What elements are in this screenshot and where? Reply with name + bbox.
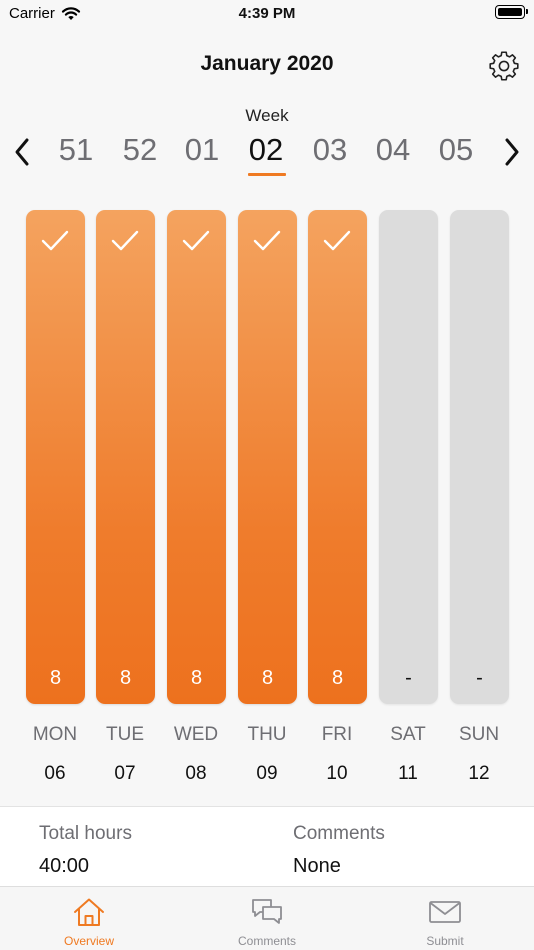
day-date-wed: 08 — [185, 763, 207, 784]
day-name-sun: SUN — [458, 724, 500, 745]
week-option-03[interactable]: 03 — [300, 132, 360, 168]
day-hours: - — [476, 667, 483, 689]
day-name-fri: FRI — [321, 724, 353, 745]
day-name-thu: THU — [247, 724, 287, 745]
day-name-tue: TUE — [106, 724, 144, 745]
tab-submit[interactable]: Submit — [356, 887, 534, 950]
day-date-mon: 06 — [44, 763, 66, 784]
next-week-button[interactable] — [498, 134, 524, 170]
selected-week-underline — [248, 173, 286, 176]
day-name-wed: WED — [173, 724, 219, 745]
gear-icon — [489, 51, 519, 81]
tab-comments[interactable]: Comments — [178, 887, 356, 950]
day-date-sat: 11 — [398, 763, 418, 784]
week-option-02-selected[interactable]: 02 — [236, 132, 296, 168]
week-option-01[interactable]: 01 — [172, 132, 232, 168]
day-bar-wed[interactable]: 8 — [167, 210, 226, 704]
day-name-sat: SAT — [390, 724, 426, 745]
tab-overview-label: Overview — [63, 934, 114, 948]
week-option-05[interactable]: 05 — [426, 132, 486, 168]
tab-overview[interactable]: Overview — [0, 887, 178, 950]
status-time: 4:39 PM — [238, 5, 296, 22]
tab-bar: Overview Comments Submit — [0, 886, 534, 950]
checkmark-icon — [182, 230, 210, 251]
day-hours: 8 — [119, 667, 132, 689]
tab-comments-label: Comments — [237, 934, 296, 948]
total-hours-value: 40:00 — [39, 855, 90, 877]
day-bar-mon[interactable]: 8 — [26, 210, 85, 704]
day-hours: 8 — [190, 667, 203, 689]
envelope-icon — [429, 901, 461, 923]
day-name-mon: MON — [32, 724, 78, 745]
page-title: January 2020 — [200, 52, 334, 75]
day-date-thu: 09 — [256, 763, 278, 784]
day-bar-sun[interactable]: - — [450, 210, 509, 704]
total-hours-label: Total hours — [39, 823, 132, 844]
checkmark-icon — [253, 230, 281, 251]
week-option-04[interactable]: 04 — [363, 132, 423, 168]
battery-icon — [495, 5, 528, 19]
tab-submit-label: Submit — [426, 934, 464, 948]
week-option-51[interactable]: 51 — [46, 132, 106, 168]
home-icon — [74, 898, 104, 926]
week-label: Week — [245, 106, 289, 125]
comments-value: None — [293, 855, 341, 877]
checkmark-icon — [111, 230, 139, 251]
day-date-fri: 10 — [326, 763, 348, 784]
day-date-tue: 07 — [114, 763, 136, 784]
day-hours: 8 — [49, 667, 62, 689]
chevron-left-icon — [15, 138, 29, 166]
week-summary: Total hours 40:00 Comments None — [0, 806, 534, 886]
settings-button[interactable] — [488, 50, 520, 82]
day-bar-tue[interactable]: 8 — [96, 210, 155, 704]
chevron-right-icon — [505, 138, 519, 166]
day-date-sun: 12 — [468, 763, 490, 784]
day-bars: 8 8 8 8 8 - - — [0, 210, 534, 704]
day-hours: - — [405, 667, 412, 689]
week-selector: 51 52 01 02 03 04 05 — [0, 130, 534, 180]
day-bar-sat[interactable]: - — [379, 210, 438, 704]
chat-bubbles-icon — [252, 899, 282, 924]
comments-label: Comments — [293, 823, 385, 844]
day-hours: 8 — [261, 667, 274, 689]
day-hours: 8 — [331, 667, 344, 689]
day-bar-fri[interactable]: 8 — [308, 210, 367, 704]
checkmark-icon — [323, 230, 351, 251]
status-bar: Carrier 4:39 PM — [0, 0, 534, 30]
previous-week-button[interactable] — [10, 134, 36, 170]
week-option-52[interactable]: 52 — [110, 132, 170, 168]
checkmark-icon — [41, 230, 69, 251]
day-bar-thu[interactable]: 8 — [238, 210, 297, 704]
